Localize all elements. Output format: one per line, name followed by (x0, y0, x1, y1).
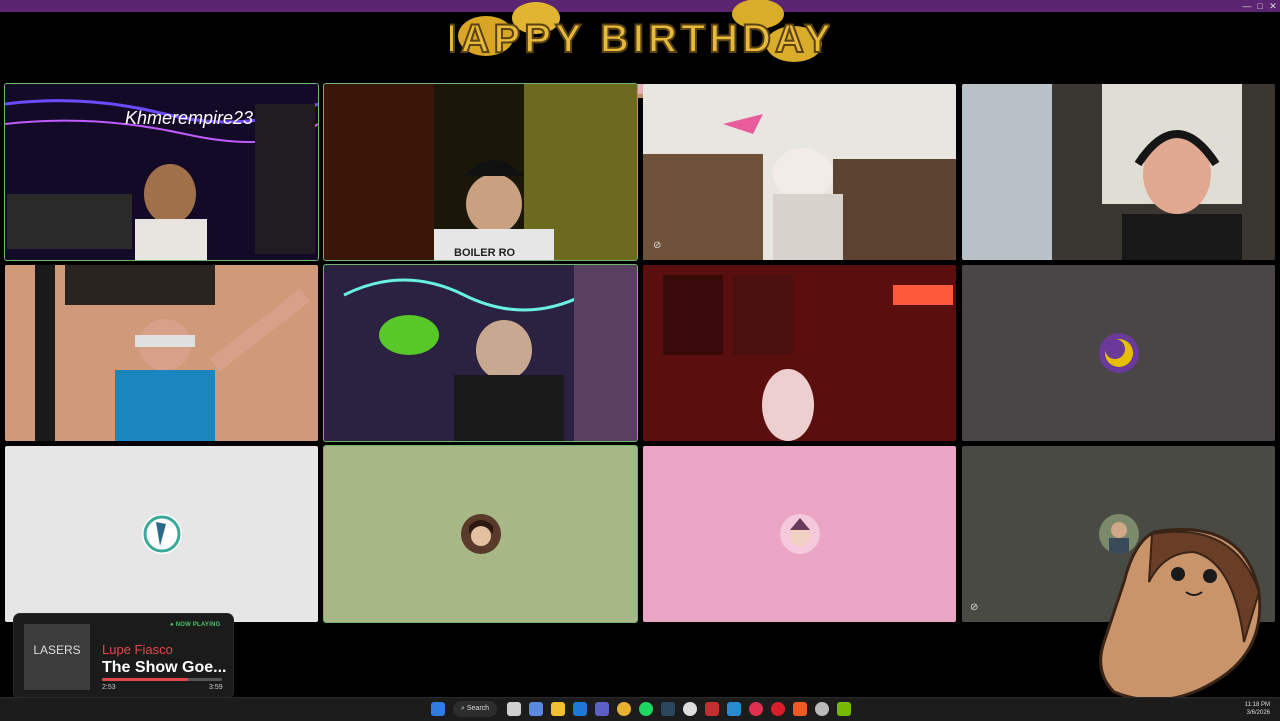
participant-10-tile[interactable] (323, 445, 638, 623)
folder-icon[interactable] (551, 702, 565, 716)
nvidia-icon[interactable] (837, 702, 851, 716)
track-progress-fill (102, 678, 189, 681)
participant-9-tile[interactable] (5, 446, 318, 622)
minimize-icon[interactable]: — (1240, 0, 1254, 12)
participant-2-tile[interactable]: BOILER RO (323, 83, 638, 261)
mic-off-icon: ⊘ (653, 240, 662, 251)
participant-4-tile[interactable] (962, 84, 1275, 260)
windows-taskbar: ⌕ Search 11:18 PM 3/6/2026 (0, 697, 1280, 721)
participant-4-video (962, 84, 1275, 260)
track-duration: 3:59 (209, 684, 223, 691)
album-art-label: LASERS (33, 643, 80, 657)
channel-sign: Khmerempire23 (125, 108, 253, 128)
participant-3-video (643, 84, 956, 260)
github-icon[interactable] (683, 702, 697, 716)
shirt-text: BOILER RO (454, 247, 516, 259)
now-playing-widget[interactable]: LASERS ● NOW PLAYING Lupe Fiasco The Sho… (14, 614, 233, 698)
participant-1-tile[interactable]: Khmerempire23 (4, 83, 319, 261)
vscode-icon[interactable] (727, 702, 741, 716)
app-red-icon[interactable] (749, 702, 763, 716)
participant-2-video: BOILER RO (324, 84, 637, 260)
participant-10-avatar (460, 514, 501, 554)
track-progress-bar[interactable] (102, 678, 222, 681)
track-elapsed: 2:53 (102, 684, 116, 691)
teams-icon[interactable] (595, 702, 609, 716)
copilot-icon[interactable] (529, 702, 543, 716)
settings-icon[interactable] (815, 702, 829, 716)
spotify-icon[interactable] (639, 702, 653, 716)
chrome-icon[interactable] (617, 702, 631, 716)
participant-3-tile[interactable]: ⊘ (643, 84, 956, 260)
participant-5-tile[interactable] (5, 265, 318, 441)
participant-7-video (643, 265, 956, 441)
taskbar-search[interactable]: ⌕ Search (453, 701, 497, 717)
steam-icon[interactable] (661, 702, 675, 716)
happy-text: HAPPY BIRTHDAY! (450, 17, 830, 61)
file-icon[interactable] (507, 702, 521, 716)
opera-icon[interactable] (771, 702, 785, 716)
track-artist: Lupe Fiasco (102, 642, 173, 657)
potato-mascot-overlay (1099, 528, 1262, 702)
album-art: LASERS (24, 624, 90, 690)
participant-6-tile[interactable] (323, 264, 638, 442)
participant-9-avatar (141, 514, 182, 554)
maximize-icon[interactable]: □ (1253, 0, 1267, 12)
close-icon[interactable]: ✕ (1266, 0, 1280, 12)
search-label: Search (466, 705, 490, 712)
participant-6-video (324, 265, 637, 441)
outlook-icon[interactable] (573, 702, 587, 716)
clock-date: 3/6/2026 (1246, 710, 1270, 716)
mic-off-icon: ⊘ (970, 602, 979, 613)
participant-5-video (5, 265, 318, 441)
participant-8-tile[interactable] (962, 265, 1275, 441)
vivaldi-icon[interactable] (705, 702, 719, 716)
clock-time: 11:18 PM (1244, 702, 1270, 708)
system-clock[interactable]: 11:18 PM 3/6/2026 (1245, 701, 1270, 717)
now-playing-badge: ● NOW PLAYING (170, 622, 221, 628)
brave-icon[interactable] (793, 702, 807, 716)
participant-7-tile[interactable] (643, 265, 956, 441)
track-title: The Show Goe... (102, 659, 227, 676)
participant-8-avatar (1098, 333, 1139, 373)
participant-11-avatar (779, 514, 820, 554)
start-icon[interactable] (431, 702, 445, 716)
participant-1-video: Khmerempire23 (5, 84, 318, 260)
participant-11-tile[interactable] (643, 446, 956, 622)
